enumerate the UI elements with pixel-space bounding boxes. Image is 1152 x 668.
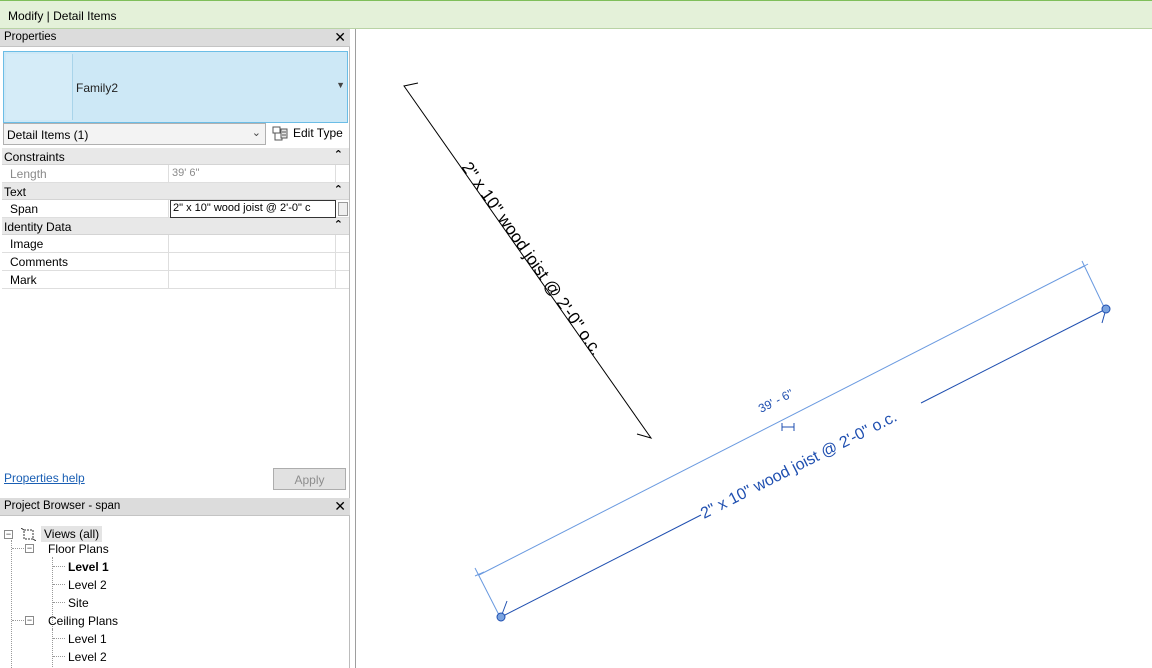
span-line-left: [500, 514, 702, 618]
properties-title: Properties: [4, 31, 57, 43]
properties-help-link[interactable]: Properties help: [4, 471, 85, 485]
type-selector[interactable]: Family2 ▼: [3, 51, 348, 123]
property-cell-extra: [336, 253, 349, 271]
property-row-image: Image: [2, 235, 349, 253]
property-name: Mark: [2, 271, 169, 289]
property-name: Comments: [2, 253, 169, 271]
instance-filter-dropdown[interactable]: Detail Items (1) ⌄: [3, 123, 266, 145]
project-browser-tree: − Views (all) − Floor Plans Level 1 Leve…: [0, 519, 349, 668]
tree-node-cp-level-2[interactable]: Level 2: [68, 650, 107, 664]
property-name: Span: [2, 200, 169, 218]
property-row-span: Span 2" x 10" wood joist @ 2'-0" c: [2, 200, 349, 218]
tree-guide: [12, 548, 24, 549]
left-dock: Properties ✕ Family2 ▼ Detail Items (1) …: [0, 29, 350, 668]
group-text[interactable]: Text ⌃: [2, 183, 349, 200]
context-title: Modify | Detail Items: [8, 9, 117, 23]
property-cell-extra: [336, 271, 349, 289]
drawing-canvas[interactable]: 2" x 10" wood joist @ 2'-0" o.c. 39' - 6…: [355, 29, 1152, 668]
collapse-icon[interactable]: ⌃: [334, 148, 343, 161]
span-browse-button[interactable]: [338, 202, 348, 216]
property-row-comments: Comments: [2, 253, 349, 271]
tree-guide: [53, 584, 65, 585]
group-constraints[interactable]: Constraints ⌃: [2, 148, 349, 165]
project-browser-header: Project Browser - span ✕: [0, 498, 350, 516]
type-name: Family2: [76, 81, 119, 95]
tree-node-views-all[interactable]: Views (all): [41, 526, 103, 542]
tree-guide: [12, 620, 24, 621]
dimension-tick: [474, 571, 485, 577]
tree-guide: [53, 638, 65, 639]
property-row-length: Length 39' 6": [2, 165, 349, 183]
loose-span-annotation[interactable]: 2" x 10" wood joist @ 2'-0" o.c.: [403, 82, 653, 439]
property-row-mark: Mark: [2, 271, 349, 289]
edit-type-button[interactable]: Edit Type: [270, 123, 346, 145]
group-name: Text: [4, 185, 27, 199]
span-value-input[interactable]: 2" x 10" wood joist @ 2'-0" c: [170, 200, 336, 218]
tree-node-ceiling-plans[interactable]: Ceiling Plans: [48, 614, 118, 628]
type-dropdown-arrow-icon[interactable]: ▼: [336, 80, 345, 90]
collapse-icon[interactable]: ⌃: [334, 183, 343, 196]
canvas-svg: 2" x 10" wood joist @ 2'-0" o.c. 39' - 6…: [403, 82, 1111, 622]
selected-span-text: 2" x 10" wood joist @ 2'-0" o.c.: [698, 409, 900, 523]
dimension-witness-line: [474, 567, 501, 618]
views-icon: [21, 528, 36, 541]
loose-span-text: 2" x 10" wood joist @ 2'-0" o.c.: [458, 158, 606, 358]
endpoint-grip-icon[interactable]: [496, 612, 506, 622]
property-value: 39' 6": [170, 165, 336, 183]
type-preview-image: [6, 54, 73, 120]
property-name: Image: [2, 235, 169, 253]
drag-text-grip-icon[interactable]: [781, 423, 795, 431]
group-name: Constraints: [4, 150, 65, 164]
collapse-views-icon[interactable]: −: [4, 530, 13, 539]
tree-node-site[interactable]: Site: [68, 596, 89, 610]
endpoint-grip-icon[interactable]: [1101, 304, 1111, 314]
edit-type-label: Edit Type: [293, 126, 343, 140]
property-name: Length: [2, 165, 169, 183]
ribbon-context-bar: Modify | Detail Items: [0, 0, 1152, 29]
tree-node-cp-level-1[interactable]: Level 1: [68, 632, 107, 646]
collapse-ceiling-plans-icon[interactable]: −: [25, 616, 34, 625]
close-properties-icon[interactable]: ✕: [334, 29, 346, 46]
property-cell-extra: [336, 235, 349, 253]
dimension-witness-line: [1081, 260, 1105, 308]
project-browser-title: Project Browser - span: [4, 500, 121, 512]
revit-app-window: Modify | Detail Items Properties ✕ Famil…: [0, 0, 1152, 668]
group-identity-data[interactable]: Identity Data ⌃: [2, 218, 349, 235]
collapse-floor-plans-icon[interactable]: −: [25, 544, 34, 553]
tree-node-fp-level-1[interactable]: Level 1: [68, 560, 109, 574]
dimension-value[interactable]: 39' - 6": [756, 386, 796, 415]
apply-button[interactable]: Apply: [273, 468, 346, 490]
tree-guide: [52, 629, 53, 668]
property-grid: Constraints ⌃ Length 39' 6" Text ⌃ Span …: [2, 148, 349, 289]
tree-node-floor-plans[interactable]: Floor Plans: [48, 542, 109, 556]
close-browser-icon[interactable]: ✕: [334, 498, 346, 515]
tree-guide: [11, 540, 12, 668]
span-line-right: [920, 308, 1107, 404]
group-name: Identity Data: [4, 220, 72, 234]
chevron-down-icon[interactable]: ⌄: [252, 126, 261, 139]
instance-filter-label: Detail Items (1): [7, 128, 89, 142]
tree-guide: [53, 566, 65, 567]
tree-guide: [53, 656, 65, 657]
comments-value-field[interactable]: [170, 253, 336, 271]
properties-header: Properties ✕: [0, 29, 350, 47]
property-cell-extra: [336, 165, 349, 183]
mark-value-field[interactable]: [170, 271, 336, 289]
collapse-icon[interactable]: ⌃: [334, 218, 343, 231]
tree-guide: [53, 602, 65, 603]
edit-type-icon: [272, 126, 288, 141]
image-value-field[interactable]: [170, 235, 336, 253]
tree-node-fp-level-2[interactable]: Level 2: [68, 578, 107, 592]
